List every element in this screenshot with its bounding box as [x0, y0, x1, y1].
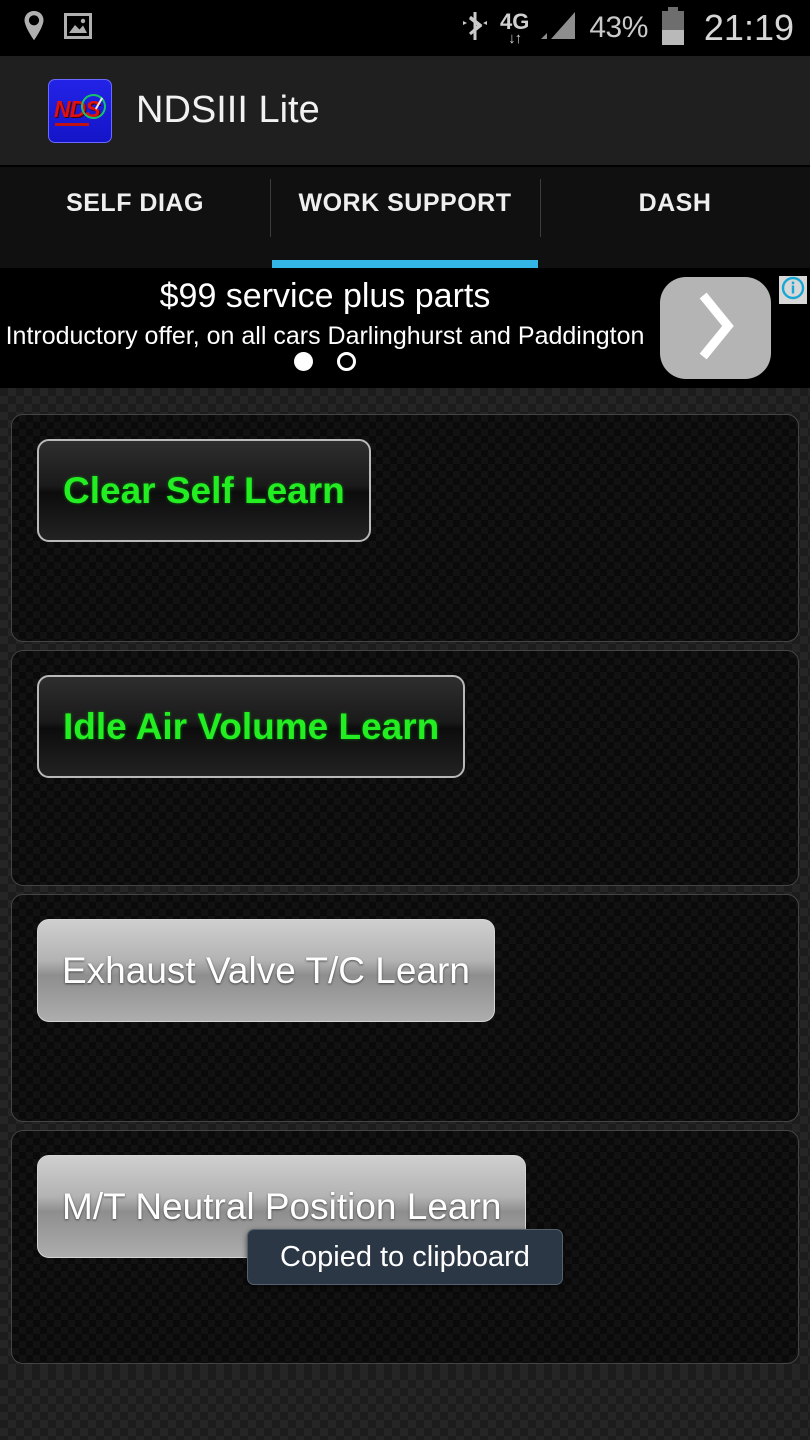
- clock-label: 21:19: [703, 7, 794, 48]
- ad-dot-active[interactable]: [294, 352, 313, 371]
- tab-label: DASH: [638, 189, 712, 217]
- ad-dot-inactive[interactable]: [337, 352, 356, 371]
- status-bar: 4G ↓↑ 43% 21:19: [0, 0, 810, 56]
- ad-page-dots[interactable]: [0, 352, 650, 371]
- tab-dash[interactable]: DASH: [540, 167, 810, 268]
- signal-bars-icon: [539, 9, 579, 48]
- tab-bar: SELF DIAG WORK SUPPORT DASH: [0, 167, 810, 268]
- exhaust-valve-tc-learn-button[interactable]: Exhaust Valve T/C Learn: [37, 919, 495, 1022]
- info-icon: [781, 276, 805, 305]
- work-support-panel: Clear Self Learn: [11, 414, 799, 642]
- tab-active-indicator: [272, 260, 538, 268]
- ad-text-block: $99 service plus parts Introductory offe…: [0, 274, 650, 354]
- idle-air-volume-learn-button[interactable]: Idle Air Volume Learn: [37, 675, 466, 778]
- ad-info-button[interactable]: [779, 276, 807, 304]
- clear-self-learn-button[interactable]: Clear Self Learn: [37, 439, 371, 542]
- network-data-arrows-icon: ↓↑: [508, 29, 522, 47]
- tab-divider: [540, 179, 541, 237]
- work-support-panel: Idle Air Volume Learn: [11, 650, 799, 886]
- tab-self-diag[interactable]: SELF DIAG: [0, 167, 270, 268]
- bluetooth-icon: [460, 9, 490, 48]
- app-title: NDSIII Lite: [136, 89, 320, 131]
- ad-headline: $99 service plus parts: [159, 277, 491, 315]
- image-icon: [64, 12, 92, 45]
- ad-next-button[interactable]: [660, 277, 771, 379]
- background-filler: [0, 1372, 810, 1440]
- status-bar-right: 4G ↓↑ 43% 21:19: [460, 6, 794, 50]
- status-bar-left: [22, 10, 92, 47]
- toast-message: Copied to clipboard: [247, 1229, 563, 1285]
- battery-icon: [658, 6, 688, 50]
- work-support-panel: Exhaust Valve T/C Learn: [11, 894, 799, 1122]
- app-logo-icon: NDS: [48, 78, 112, 143]
- tab-work-support[interactable]: WORK SUPPORT: [270, 167, 540, 268]
- tab-label: SELF DIAG: [66, 189, 204, 217]
- location-pin-icon: [22, 10, 46, 47]
- network-type-indicator: 4G ↓↑: [500, 8, 530, 47]
- network-type-label: 4G: [500, 8, 530, 34]
- ad-subline: Introductory offer, on all cars Darlingh…: [5, 322, 645, 350]
- action-bar: NDS NDSIII Lite: [0, 56, 810, 166]
- app-logo-underline: [55, 122, 89, 126]
- tab-label: WORK SUPPORT: [298, 189, 512, 217]
- chevron-right-icon: [692, 291, 740, 366]
- battery-percent-label: 43%: [589, 11, 648, 44]
- tab-divider: [270, 179, 271, 237]
